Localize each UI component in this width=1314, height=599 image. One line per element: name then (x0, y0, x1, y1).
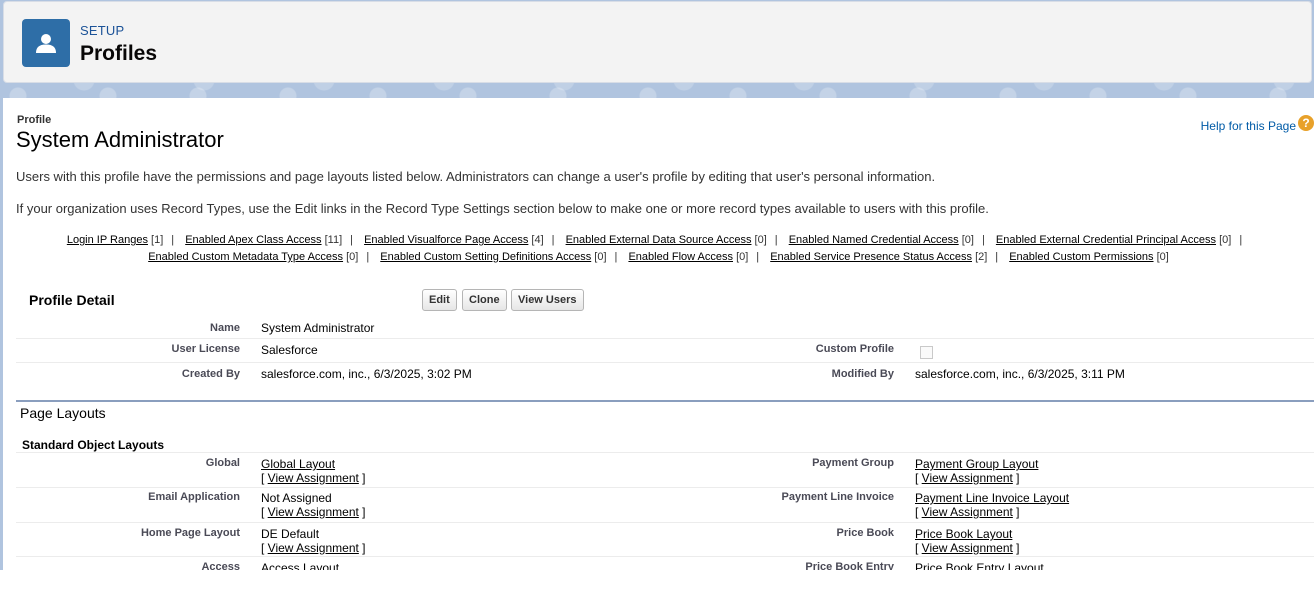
home-page-view-assignment: [ View Assignment ] (261, 541, 366, 555)
visualforce-page-access-link[interactable]: Enabled Visualforce Page Access (364, 234, 528, 246)
price-book-label: Price Book (836, 527, 894, 539)
setup-label: SETUP (80, 23, 125, 38)
price-book-entry-label: Price Book Entry (805, 561, 894, 570)
profile-detail-heading: Profile Detail (29, 292, 115, 308)
divider (16, 487, 1314, 488)
access-layout-link[interactable]: Access Layout (261, 561, 339, 570)
view-assignment-link[interactable]: View Assignment (922, 471, 1013, 485)
created-by-value: salesforce.com, inc., 6/3/2025, 3:02 PM (261, 367, 472, 381)
custom-setting-definitions-access-link[interactable]: Enabled Custom Setting Definitions Acces… (380, 251, 591, 263)
record-type-description: If your organization uses Record Types, … (16, 201, 989, 216)
section-divider (16, 400, 1314, 402)
global-view-assignment: [ View Assignment ] (261, 471, 366, 485)
edit-button[interactable]: Edit (422, 289, 457, 311)
clone-button[interactable]: Clone (462, 289, 507, 311)
profile-title: System Administrator (16, 127, 224, 152)
service-presence-status-access-link[interactable]: Enabled Service Presence Status Access (770, 251, 972, 263)
name-value: System Administrator (261, 321, 375, 335)
global-label: Global (205, 457, 240, 469)
view-assignment-link[interactable]: View Assignment (922, 505, 1013, 519)
payment-line-invoice-label: Payment Line Invoice (781, 491, 894, 503)
page-title: Profiles (80, 42, 158, 65)
divider (16, 522, 1314, 523)
payment-line-invoice-layout-value: Payment Line Invoice Layout (915, 491, 1069, 505)
custom-permissions-link[interactable]: Enabled Custom Permissions (1009, 251, 1153, 263)
email-application-label: Email Application (148, 491, 240, 503)
global-layout-value: Global Layout (261, 457, 335, 471)
price-book-layout-link[interactable]: Price Book Layout (915, 527, 1012, 541)
related-links-row-1: Login IP Ranges [1] | Enabled Apex Class … (66, 234, 1243, 246)
payment-group-label: Payment Group (812, 457, 894, 469)
login-ip-ranges-link[interactable]: Login IP Ranges (67, 234, 148, 246)
question-icon[interactable]: ? (1298, 115, 1314, 131)
view-assignment-link[interactable]: View Assignment (922, 541, 1013, 555)
created-by-label: Created By (181, 368, 240, 380)
profile-content: Profile System Administrator Help for th… (3, 98, 1314, 570)
help-link[interactable]: Help for this Page (1201, 119, 1296, 133)
payment-group-view-assignment: [ View Assignment ] (915, 471, 1020, 485)
standard-object-layouts-heading: Standard Object Layouts (22, 438, 165, 452)
related-links-row-2: Enabled Custom Metadata Type Access [0] |… (148, 251, 1169, 263)
page-layouts-heading: Page Layouts (20, 405, 106, 421)
price-book-entry-layout-value: Price Book Entry Layout (915, 561, 1044, 570)
external-credential-principal-access-link[interactable]: Enabled External Credential Principal Ac… (996, 234, 1216, 246)
email-application-view-assignment: [ View Assignment ] (261, 505, 366, 519)
apex-class-access-link[interactable]: Enabled Apex Class Access (185, 234, 321, 246)
home-page-layout-label: Home Page Layout (140, 527, 240, 539)
named-credential-access-link[interactable]: Enabled Named Credential Access (789, 234, 959, 246)
custom-profile-checkbox (920, 346, 933, 359)
divider (16, 556, 1314, 557)
external-data-source-access-link[interactable]: Enabled External Data Source Access (566, 234, 752, 246)
home-page-layout-value: DE Default (261, 527, 320, 541)
global-layout-link[interactable]: Global Layout (261, 457, 335, 471)
user-license-label: User License (171, 343, 240, 355)
price-book-view-assignment: [ View Assignment ] (915, 541, 1020, 555)
email-application-value: Not Assigned (261, 491, 332, 505)
divider (16, 338, 1314, 339)
payment-group-layout-value: Payment Group Layout (915, 457, 1038, 471)
price-book-entry-layout-link[interactable]: Price Book Entry Layout (915, 561, 1044, 570)
view-users-button[interactable]: View Users (511, 289, 584, 311)
view-assignment-link[interactable]: View Assignment (268, 505, 359, 519)
modified-by-value: salesforce.com, inc., 6/3/2025, 3:11 PM (915, 367, 1125, 381)
divider (16, 362, 1314, 363)
custom-metadata-type-access-link[interactable]: Enabled Custom Metadata Type Access (148, 251, 343, 263)
profile-user-icon (22, 19, 70, 67)
setup-header: SETUP Profiles (3, 1, 1312, 83)
price-book-layout-value: Price Book Layout (915, 527, 1012, 541)
payment-line-invoice-view-assignment: [ View Assignment ] (915, 505, 1020, 519)
flow-access-link[interactable]: Enabled Flow Access (628, 251, 733, 263)
view-assignment-link[interactable]: View Assignment (268, 471, 359, 485)
name-label: Name (210, 322, 240, 334)
access-layout-value: Access Layout (261, 561, 339, 570)
custom-profile-label: Custom Profile (815, 343, 894, 355)
payment-group-layout-link[interactable]: Payment Group Layout (915, 457, 1038, 471)
divider (16, 452, 1314, 453)
user-license-value: Salesforce (261, 343, 318, 357)
payment-line-invoice-layout-link[interactable]: Payment Line Invoice Layout (915, 491, 1069, 505)
view-assignment-link[interactable]: View Assignment (268, 541, 359, 555)
access-label: Access (201, 561, 240, 570)
profile-description: Users with this profile have the permiss… (16, 169, 936, 184)
modified-by-label: Modified By (831, 368, 894, 380)
profile-type-label: Profile (17, 114, 52, 126)
